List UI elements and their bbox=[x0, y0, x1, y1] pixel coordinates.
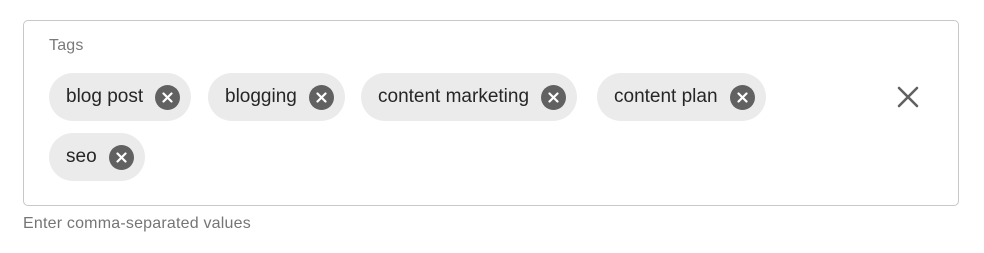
chip-label: content plan bbox=[614, 86, 718, 107]
chip-content-marketing[interactable]: content marketing bbox=[361, 73, 578, 121]
chip-blog-post[interactable]: blog post bbox=[49, 73, 192, 121]
chip-blogging[interactable]: blogging bbox=[208, 73, 345, 121]
clear-all-button[interactable] bbox=[890, 81, 926, 117]
chip-content-plan[interactable]: content plan bbox=[597, 73, 766, 121]
cancel-circle-icon[interactable] bbox=[541, 84, 567, 110]
cancel-circle-icon[interactable] bbox=[155, 84, 181, 110]
tags-input-field[interactable]: Tags blog post blogging content marketin… bbox=[23, 20, 959, 206]
tags-field-label: Tags bbox=[49, 37, 84, 54]
cancel-circle-icon[interactable] bbox=[108, 144, 134, 170]
chip-label: content marketing bbox=[378, 86, 530, 107]
chip-label: seo bbox=[66, 146, 97, 167]
cancel-circle-icon[interactable] bbox=[308, 84, 334, 110]
close-icon bbox=[897, 86, 919, 113]
cancel-circle-icon[interactable] bbox=[729, 84, 755, 110]
chip-label: blogging bbox=[225, 86, 297, 107]
helper-text: Enter comma-separated values bbox=[23, 215, 251, 232]
chip-label: blog post bbox=[66, 86, 144, 107]
chip-seo[interactable]: seo bbox=[49, 133, 145, 181]
